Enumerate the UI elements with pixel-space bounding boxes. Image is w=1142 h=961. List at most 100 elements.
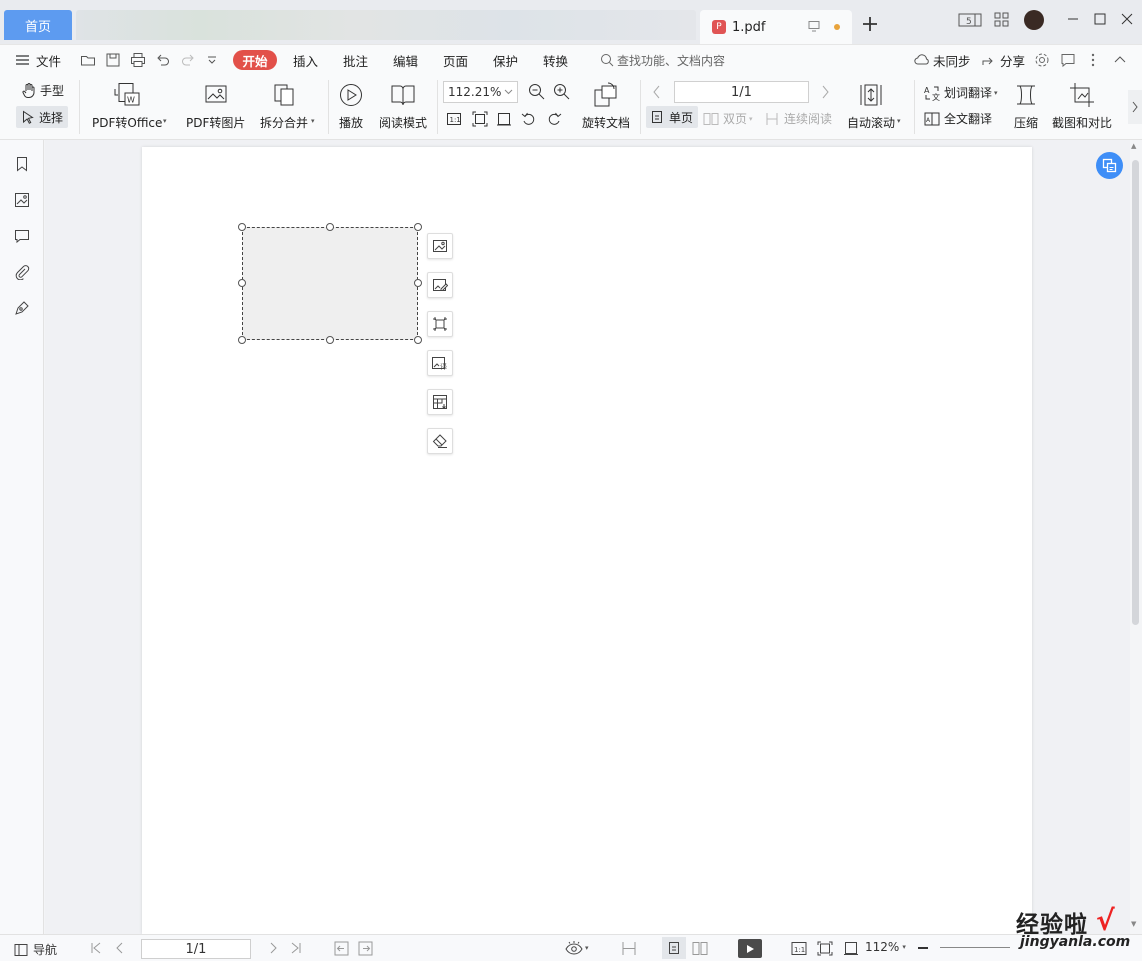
next-page-icon[interactable] xyxy=(819,84,831,100)
rotate-document-button[interactable]: 旋转文档 xyxy=(582,82,630,131)
edit-image-icon[interactable] xyxy=(427,272,453,298)
tab-page[interactable]: 页面 xyxy=(443,45,468,75)
double-page-button[interactable]: 双页 ▾ xyxy=(703,110,753,127)
selected-image-placeholder[interactable] xyxy=(238,223,422,344)
message-icon[interactable] xyxy=(1060,52,1076,68)
scroll-down-icon[interactable]: ▼ xyxy=(1131,920,1136,928)
signature-pen-icon[interactable] xyxy=(14,300,30,316)
page-number-input[interactable]: 1/1 xyxy=(674,81,809,103)
word-translate-button[interactable]: A文 划词翻译 ▾ xyxy=(924,84,998,101)
tab-blurred[interactable] xyxy=(76,10,696,40)
view-switch-icon[interactable]: 5 xyxy=(958,12,982,28)
scroll-up-icon[interactable]: ▲ xyxy=(1131,142,1136,150)
resize-handle-bottom-left[interactable] xyxy=(238,336,246,344)
minimize-icon[interactable] xyxy=(1066,12,1080,26)
maximize-icon[interactable] xyxy=(1093,12,1107,26)
continuous-status-icon[interactable] xyxy=(621,941,637,956)
resize-handle-top[interactable] xyxy=(326,223,334,231)
fit-page-icon[interactable] xyxy=(472,111,488,127)
last-page-icon[interactable] xyxy=(289,941,303,955)
new-tab-icon[interactable] xyxy=(860,14,880,34)
forward-view-icon[interactable] xyxy=(358,941,373,956)
previous-page-icon[interactable] xyxy=(113,941,127,955)
settings-gear-icon[interactable] xyxy=(1034,52,1050,68)
select-tool-button[interactable]: 选择 xyxy=(16,106,68,128)
sync-button[interactable]: 未同步 xyxy=(914,45,971,75)
auto-scroll-button[interactable]: 自动滚动 xyxy=(847,82,895,131)
screenshot-compare-button[interactable]: 截图和对比 xyxy=(1052,82,1112,131)
back-view-icon[interactable] xyxy=(334,941,349,956)
tab-home[interactable]: 首页 xyxy=(4,10,72,40)
double-page-status-icon[interactable] xyxy=(692,941,708,956)
actual-size-status-icon[interactable]: 1:1 xyxy=(791,941,807,956)
eraser-icon[interactable] xyxy=(427,428,453,454)
undo-icon[interactable] xyxy=(155,52,171,68)
full-translate-button[interactable]: A 全文翻译 xyxy=(924,110,992,127)
pdf-to-image-button[interactable]: PDF转图片 xyxy=(186,82,245,131)
image-translate-icon[interactable]: 译 xyxy=(427,350,453,376)
tab-document[interactable]: P 1.pdf xyxy=(700,10,852,44)
print-icon[interactable] xyxy=(130,52,146,68)
zoom-minus-icon[interactable] xyxy=(918,947,928,949)
floating-assistant-button[interactable] xyxy=(1096,152,1123,179)
ribbon-scroll-right-icon[interactable] xyxy=(1128,90,1142,124)
navigation-button[interactable]: 导航 xyxy=(14,941,57,958)
save-icon[interactable] xyxy=(105,52,121,68)
zoom-out-icon[interactable] xyxy=(528,83,545,100)
close-icon[interactable] xyxy=(1120,12,1134,26)
monitor-icon[interactable] xyxy=(808,20,820,32)
extract-table-icon[interactable] xyxy=(427,389,453,415)
play-status-icon[interactable] xyxy=(738,939,762,958)
hand-tool-button[interactable]: 手型 xyxy=(22,82,64,99)
collapse-ribbon-icon[interactable] xyxy=(1113,53,1127,65)
fit-page-status-icon[interactable] xyxy=(817,941,833,956)
grid-apps-icon[interactable] xyxy=(994,12,1010,28)
tab-annotate[interactable]: 批注 xyxy=(343,45,368,75)
fit-width-status-icon[interactable] xyxy=(843,941,859,956)
tab-protect[interactable]: 保护 xyxy=(493,45,518,75)
tab-start[interactable]: 开始 xyxy=(233,50,277,70)
zoom-select[interactable]: 112.21% xyxy=(443,81,518,103)
fit-width-icon[interactable] xyxy=(496,111,512,127)
eye-protection-button[interactable]: ▾ xyxy=(565,940,589,956)
thumbnail-icon[interactable] xyxy=(14,192,30,208)
resize-handle-right[interactable] xyxy=(414,279,422,287)
tab-convert[interactable]: 转换 xyxy=(543,45,568,75)
more-icon[interactable] xyxy=(1089,52,1097,68)
zoom-slider-track[interactable] xyxy=(940,947,1010,948)
tab-edit[interactable]: 编辑 xyxy=(393,45,418,75)
rotate-right-icon[interactable] xyxy=(546,111,562,127)
replace-image-icon[interactable] xyxy=(427,233,453,259)
redo-icon[interactable] xyxy=(180,52,196,68)
next-page-status-icon[interactable] xyxy=(266,941,280,955)
crop-image-icon[interactable] xyxy=(427,311,453,337)
pdf-to-office-button[interactable]: W PDF转Office xyxy=(92,82,162,131)
play-button[interactable]: 播放 xyxy=(338,82,364,131)
resize-handle-bottom[interactable] xyxy=(326,336,334,344)
search-box[interactable]: 查找功能、文档内容 xyxy=(600,45,725,75)
resize-handle-top-right[interactable] xyxy=(414,223,422,231)
split-merge-button[interactable]: 拆分合并 xyxy=(260,82,308,131)
compress-button[interactable]: 压缩 xyxy=(1013,82,1039,131)
file-menu[interactable]: 文件 xyxy=(15,45,61,75)
resize-handle-left[interactable] xyxy=(238,279,246,287)
status-page-input[interactable]: 1/1 xyxy=(141,939,251,959)
read-mode-button[interactable]: 阅读模式 xyxy=(379,82,427,131)
avatar[interactable] xyxy=(1024,10,1044,30)
status-zoom-select[interactable]: 112% ▾ xyxy=(865,940,906,954)
continuous-read-button[interactable]: 连续阅读 xyxy=(765,110,832,127)
tab-insert[interactable]: 插入 xyxy=(293,45,318,75)
comment-icon[interactable] xyxy=(14,228,30,244)
resize-handle-top-left[interactable] xyxy=(238,223,246,231)
open-folder-icon[interactable] xyxy=(80,52,96,68)
rotate-left-icon[interactable] xyxy=(521,111,537,127)
scrollbar-thumb[interactable] xyxy=(1132,160,1139,625)
first-page-icon[interactable] xyxy=(89,941,103,955)
attachment-icon[interactable] xyxy=(14,264,30,280)
share-button[interactable]: 分享 xyxy=(981,45,1025,75)
single-page-button[interactable]: 单页 xyxy=(646,106,698,128)
resize-handle-bottom-right[interactable] xyxy=(414,336,422,344)
bookmark-icon[interactable] xyxy=(14,156,30,172)
actual-size-icon[interactable]: 1:1 xyxy=(446,111,462,127)
prev-page-icon[interactable] xyxy=(651,84,663,100)
